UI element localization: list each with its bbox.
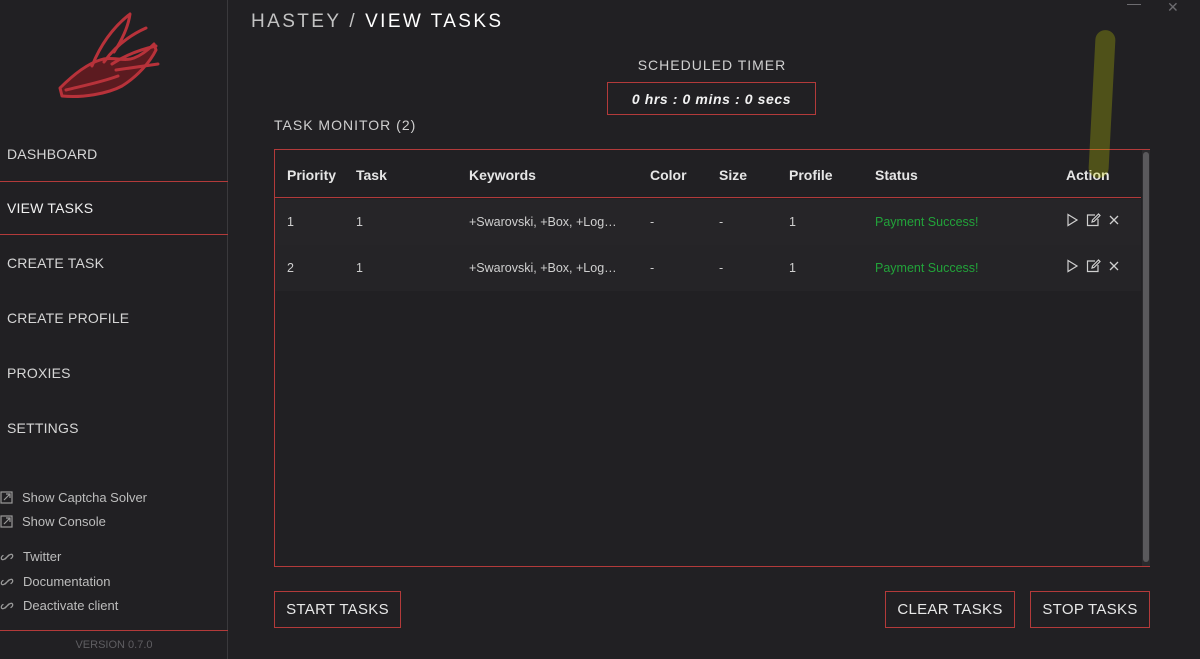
col-task[interactable]: Task — [356, 167, 387, 183]
breadcrumb-app: HASTEY — [251, 11, 342, 32]
cell-color: - — [650, 215, 655, 229]
nav-settings[interactable]: SETTINGS — [0, 401, 228, 455]
task-monitor-title: TASK MONITOR (2) — [274, 117, 417, 133]
winged-shoe-logo — [58, 12, 160, 98]
version-label: VERSION 0.7.0 — [75, 639, 153, 651]
breadcrumb-separator: / — [349, 11, 358, 32]
col-color[interactable]: Color — [650, 167, 687, 183]
nav-proxies[interactable]: PROXIES — [0, 346, 228, 400]
col-status[interactable]: Status — [875, 167, 918, 183]
play-icon[interactable] — [1065, 259, 1079, 273]
task-table: Priority Task Keywords Color Size Profil… — [274, 149, 1150, 567]
close-icon[interactable] — [1108, 260, 1120, 272]
twitter-link[interactable]: Twitter — [0, 549, 61, 564]
cell-task: 1 — [356, 215, 363, 229]
table-row[interactable]: 1 1 +Swarovski, +Box, +Log… - - 1 Paymen… — [275, 199, 1141, 245]
scrollbar-thumb[interactable] — [1143, 152, 1149, 562]
show-captcha-solver-label: Show Captcha Solver — [22, 490, 148, 505]
nav-view-tasks[interactable]: VIEW TASKS — [0, 181, 228, 235]
play-icon[interactable] — [1065, 213, 1079, 227]
edit-icon[interactable] — [1086, 213, 1101, 227]
link-icon — [0, 578, 14, 585]
show-captcha-solver-link[interactable]: Show Captcha Solver — [0, 490, 147, 505]
nav-create-profile[interactable]: CREATE PROFILE — [0, 291, 228, 345]
cell-task: 1 — [356, 261, 363, 275]
cell-keywords: +Swarovski, +Box, +Log… — [469, 215, 617, 229]
cell-keywords: +Swarovski, +Box, +Log… — [469, 261, 617, 275]
breadcrumb: HASTEY / VIEW TASKS — [251, 11, 504, 33]
col-size[interactable]: Size — [719, 167, 747, 183]
minimize-icon[interactable] — [1127, 4, 1141, 5]
row-actions — [1065, 259, 1127, 273]
show-console-link[interactable]: Show Console — [0, 514, 106, 529]
version-divider — [0, 630, 228, 631]
cell-priority: 1 — [287, 215, 294, 229]
link-icon — [0, 602, 14, 609]
table-row[interactable]: 2 1 +Swarovski, +Box, +Log… - - 1 Paymen… — [275, 245, 1141, 291]
cell-size: - — [719, 215, 724, 229]
scheduled-timer-label: SCHEDULED TIMER — [637, 57, 787, 73]
close-icon[interactable] — [1108, 214, 1120, 226]
documentation-label: Documentation — [23, 574, 111, 589]
sidebar: DASHBOARD VIEW TASKS CREATE TASK CREATE … — [0, 0, 228, 659]
cell-size: - — [719, 261, 724, 275]
row-actions — [1065, 213, 1127, 227]
cell-status: Payment Success! — [875, 261, 979, 275]
show-console-label: Show Console — [22, 514, 106, 529]
twitter-label: Twitter — [23, 549, 62, 564]
link-icon — [0, 553, 14, 560]
cell-priority: 2 — [287, 261, 294, 275]
nav-dashboard[interactable]: DASHBOARD — [0, 127, 228, 181]
window-close-icon[interactable]: ✕ — [1167, 0, 1179, 16]
scheduled-timer-value[interactable]: 0 hrs : 0 mins : 0 secs — [607, 82, 816, 115]
table-scrollbar[interactable] — [1142, 150, 1150, 566]
clear-tasks-button[interactable]: CLEAR TASKS — [885, 591, 1015, 628]
deactivate-client-link[interactable]: Deactivate client — [0, 598, 118, 613]
external-link-icon — [0, 491, 13, 504]
documentation-link[interactable]: Documentation — [0, 574, 110, 589]
col-priority[interactable]: Priority — [287, 167, 336, 183]
page-title: VIEW TASKS — [365, 11, 504, 32]
stop-tasks-button[interactable]: STOP TASKS — [1030, 591, 1150, 628]
cell-status: Payment Success! — [875, 215, 979, 229]
nav-create-task[interactable]: CREATE TASK — [0, 236, 228, 290]
cell-profile: 1 — [789, 261, 796, 275]
cell-profile: 1 — [789, 215, 796, 229]
external-link-icon — [0, 515, 13, 528]
deactivate-client-label: Deactivate client — [23, 598, 119, 613]
col-keywords[interactable]: Keywords — [469, 167, 536, 183]
col-profile[interactable]: Profile — [789, 167, 833, 183]
start-tasks-button[interactable]: START TASKS — [274, 591, 401, 628]
table-header: Priority Task Keywords Color Size Profil… — [275, 150, 1141, 198]
edit-icon[interactable] — [1086, 259, 1101, 273]
cell-color: - — [650, 261, 655, 275]
